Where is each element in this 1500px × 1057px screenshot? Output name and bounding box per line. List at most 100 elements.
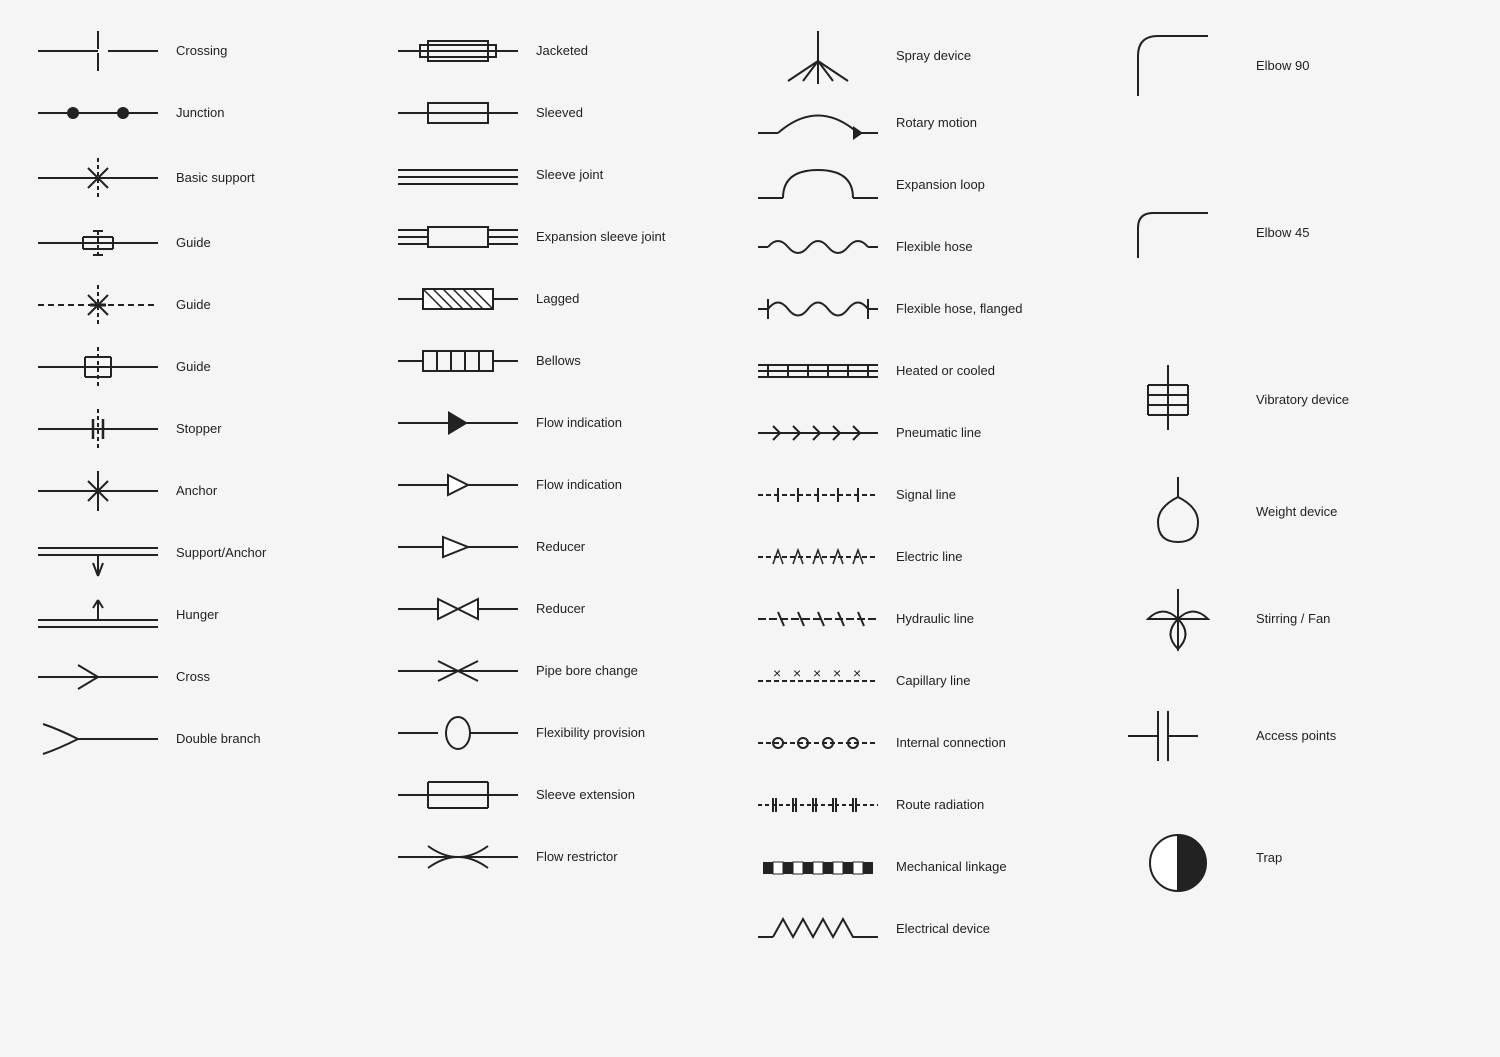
row-sleeve-extension: Sleeve extension (380, 764, 740, 826)
row-reducer2: Reducer (380, 578, 740, 640)
label-signal-line: Signal line (888, 487, 1092, 504)
label-spray-device: Spray device (888, 48, 1092, 65)
row-mechanical-linkage: Mechanical linkage (740, 836, 1100, 898)
label-hydraulic-line: Hydraulic line (888, 611, 1092, 628)
row-electric-line: Electric line (740, 526, 1100, 588)
label-electric-line: Electric line (888, 549, 1092, 566)
label-access-points: Access points (1248, 728, 1452, 745)
symbol-weight-device (1108, 472, 1248, 552)
svg-text:×: × (833, 665, 841, 681)
symbol-anchor (28, 466, 168, 516)
symbol-spray-device (748, 26, 888, 86)
label-double-branch: Double branch (168, 731, 372, 748)
row-flow-indication2: Flow indication (380, 454, 740, 516)
row-guide2: Guide (20, 274, 380, 336)
row-support-anchor: Support/Anchor (20, 522, 380, 584)
symbol-guide1 (28, 223, 168, 263)
label-pneumatic-line: Pneumatic line (888, 425, 1092, 442)
row-flow-restrictor: Flow restrictor (380, 826, 740, 888)
symbol-elbow45 (1108, 198, 1248, 268)
label-lagged: Lagged (528, 291, 732, 308)
symbol-support-anchor (28, 528, 168, 578)
row-expansion-sleeve: Expansion sleeve joint (380, 206, 740, 268)
row-pipe-bore: Pipe bore change (380, 640, 740, 702)
row-junction: Junction (20, 82, 380, 144)
row-sleeve-joint: Sleeve joint (380, 144, 740, 206)
row-trap: Trap (1100, 812, 1460, 904)
label-elbow90: Elbow 90 (1248, 58, 1452, 75)
row-elbow90: Elbow 90 (1100, 20, 1460, 112)
label-mechanical-linkage: Mechanical linkage (888, 859, 1092, 876)
symbol-flexibility (388, 713, 528, 753)
row-hunger: Hunger (20, 584, 380, 646)
label-weight-device: Weight device (1248, 504, 1452, 521)
label-flexible-hose: Flexible hose (888, 239, 1092, 256)
label-electrical-device: Electrical device (888, 921, 1092, 938)
symbol-bellows (388, 341, 528, 381)
row-vibratory-device: Vibratory device (1100, 354, 1460, 446)
row-double-branch: Double branch (20, 708, 380, 770)
label-internal-connection: Internal connection (888, 735, 1092, 752)
symbol-pipe-bore (388, 651, 528, 691)
symbol-capillary-line: × × × × × (748, 666, 888, 696)
label-sleeve-joint: Sleeve joint (528, 167, 732, 184)
label-junction: Junction (168, 105, 372, 122)
row-capillary-line: × × × × × Capillary line (740, 650, 1100, 712)
symbol-elbow90 (1108, 26, 1248, 106)
row-stirring-fan: Stirring / Fan (1100, 578, 1460, 660)
symbol-internal-connection (748, 728, 888, 758)
label-capillary-line: Capillary line (888, 673, 1092, 690)
row-electrical-device: Electrical device (740, 898, 1100, 960)
row-flexible-hose-flanged: Flexible hose, flanged (740, 278, 1100, 340)
symbol-flexible-hose-flanged (748, 284, 888, 334)
symbol-crossing (28, 31, 168, 71)
label-hunger: Hunger (168, 607, 372, 624)
label-jacketed: Jacketed (528, 43, 732, 60)
label-bellows: Bellows (528, 353, 732, 370)
label-expansion-loop: Expansion loop (888, 177, 1092, 194)
column-2: Jacketed Sleeved Sleeve joint (380, 20, 740, 960)
label-guide2: Guide (168, 297, 372, 314)
row-stopper: Stopper (20, 398, 380, 460)
label-stirring-fan: Stirring / Fan (1248, 611, 1452, 628)
label-anchor: Anchor (168, 483, 372, 500)
row-basic-support: Basic support (20, 144, 380, 212)
symbol-reducer2 (388, 589, 528, 629)
symbol-flexible-hose (748, 227, 888, 267)
label-elbow45: Elbow 45 (1248, 225, 1452, 242)
column-3: Spray device Rotary motion (740, 20, 1100, 960)
symbol-expansion-sleeve (388, 212, 528, 262)
symbol-electrical-device (748, 909, 888, 949)
row-internal-connection: Internal connection (740, 712, 1100, 774)
row-hydraulic-line: Hydraulic line (740, 588, 1100, 650)
symbol-sleeve-extension (388, 770, 528, 820)
label-guide3: Guide (168, 359, 372, 376)
symbol-vibratory-device (1108, 360, 1248, 440)
symbol-mechanical-linkage (748, 852, 888, 882)
symbol-stopper (28, 404, 168, 454)
symbol-guide3 (28, 342, 168, 392)
row-sleeved: Sleeved (380, 82, 740, 144)
row-guide1: Guide (20, 212, 380, 274)
row-guide3: Guide (20, 336, 380, 398)
row-anchor: Anchor (20, 460, 380, 522)
symbol-stirring-fan (1108, 584, 1248, 654)
symbol-electric-line (748, 542, 888, 572)
symbol-heated-cooled (748, 351, 888, 391)
row-elbow45: Elbow 45 (1100, 192, 1460, 274)
label-flow-indication1: Flow indication (528, 415, 732, 432)
symbol-guide2 (28, 280, 168, 330)
label-route-radiation: Route radiation (888, 797, 1092, 814)
symbol-flow-indication2 (388, 465, 528, 505)
symbol-cross (28, 657, 168, 697)
symbol-access-points (1108, 696, 1248, 776)
symbol-lagged (388, 279, 528, 319)
row-spray-device: Spray device (740, 20, 1100, 92)
label-flow-restrictor: Flow restrictor (528, 849, 732, 866)
label-heated-cooled: Heated or cooled (888, 363, 1092, 380)
row-bellows: Bellows (380, 330, 740, 392)
symbol-double-branch (28, 714, 168, 764)
row-weight-device: Weight device (1100, 466, 1460, 558)
label-vibratory-device: Vibratory device (1248, 392, 1452, 409)
symbol-expansion-loop (748, 160, 888, 210)
